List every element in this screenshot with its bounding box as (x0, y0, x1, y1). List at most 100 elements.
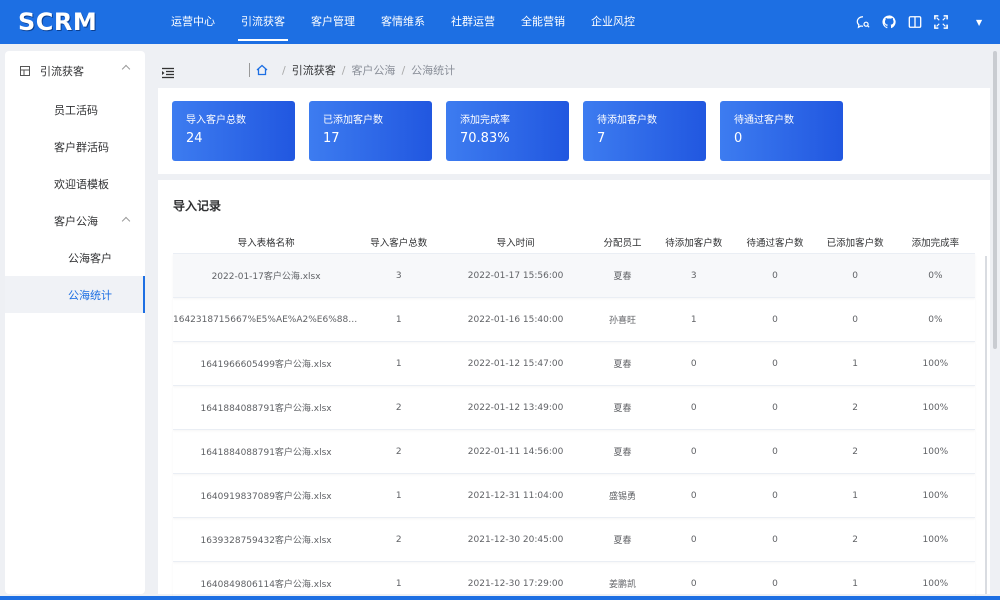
stat-value: 0 (734, 131, 743, 146)
table-cell-staff: 夏春 (613, 404, 632, 414)
table-cell-staff: 孙喜旺 (608, 316, 636, 326)
table-row[interactable]: 1639328759432客户公海.xlsx 2 2021-12-30 20:4… (173, 518, 975, 562)
table-header: 导入表格名称 导入客户总数 导入时间 分配员工 待添加客户数 待通过客户数 已添… (173, 230, 975, 254)
table-cell-pending-approval: 0 (772, 402, 778, 413)
table-cell-filename: 1641884088791客户公海.xlsx (200, 448, 332, 458)
sidebar-item-welcome-template[interactable]: 欢迎语模板 (5, 165, 145, 202)
chat-search-icon[interactable] (856, 15, 870, 29)
table-cell-pending-add: 1 (690, 314, 697, 325)
dropdown-caret-icon[interactable]: ▼ (976, 18, 986, 27)
column-header: 导入时间 (496, 237, 535, 249)
topnav-item-community-ops[interactable]: 社群运营 (438, 0, 508, 44)
breadcrumb-item-customer-pool[interactable]: 客户公海 (351, 62, 395, 78)
sidebar: 引流获客 员工活码 客户群活码 欢迎语模板 客户公海 公海客户 公海统计 (5, 51, 145, 594)
table-cell-pending-add: 0 (690, 578, 697, 589)
topnav-item-customer-relations[interactable]: 客情维系 (368, 0, 438, 44)
sidebar-group-label: 引流获客 (40, 65, 84, 78)
table-cell-time: 2021-12-30 17:29:00 (467, 578, 564, 589)
table-cell-pending-add: 0 (690, 534, 697, 545)
sidebar-group-traffic[interactable]: 引流获客 (5, 51, 145, 91)
table-cell-added: 1 (852, 490, 859, 501)
page-scrollbar[interactable] (993, 51, 997, 349)
table-cell-added: 0 (852, 314, 859, 325)
table-cell-total: 1 (395, 490, 402, 501)
table-cell-staff: 盛锡勇 (608, 492, 636, 502)
table-cell-rate: 0% (928, 314, 943, 325)
table-cell-pending-approval: 0 (772, 490, 778, 501)
table-cell-total: 1 (395, 314, 402, 325)
stat-label: 待添加客户数 (597, 115, 657, 126)
table-cell-pending-add: 0 (690, 490, 697, 501)
table-cell-added: 1 (852, 578, 859, 589)
table-cell-pending-approval: 0 (772, 446, 778, 457)
table-cell-filename: 1640849806114客户公海.xlsx (200, 580, 332, 590)
section-divider (158, 174, 990, 180)
table-row[interactable]: 2022-01-17客户公海.xlsx 3 2022-01-17 15:56:0… (173, 254, 975, 298)
table-cell-time: 2022-01-17 15:56:00 (467, 270, 564, 281)
table-cell-staff: 夏春 (613, 360, 632, 370)
table-cell-filename: 1641966605499客户公海.xlsx (200, 360, 332, 370)
column-header: 分配员工 (603, 237, 642, 249)
app-logo[interactable]: SCRM (0, 8, 140, 36)
sidebar-subgroup-label: 客户公海 (54, 214, 98, 228)
table-row[interactable]: 1641966605499客户公海.xlsx 1 2022-01-12 15:4… (173, 342, 975, 386)
table-cell-time: 2021-12-30 20:45:00 (467, 534, 564, 545)
stat-label: 导入客户总数 (186, 115, 246, 126)
table-cell-pending-add: 0 (690, 402, 697, 413)
table-body: 2022-01-17客户公海.xlsx 3 2022-01-17 15:56:0… (173, 254, 975, 600)
table-row[interactable]: 1640919837089客户公海.xlsx 1 2021-12-31 11:0… (173, 474, 975, 518)
table-cell-time: 2022-01-12 13:49:00 (467, 402, 564, 413)
column-header: 添加完成率 (911, 237, 960, 249)
sidebar-subgroup-customer-pool[interactable]: 客户公海 (5, 202, 145, 239)
stat-label: 添加完成率 (460, 115, 510, 126)
table-cell-staff: 姜鹏凯 (608, 580, 636, 590)
table-row[interactable]: 1641884088791客户公海.xlsx 2 2022-01-12 13:4… (173, 386, 975, 430)
table-cell-total: 1 (395, 358, 402, 369)
table-cell-time: 2022-01-12 15:47:00 (467, 358, 564, 369)
fullscreen-icon[interactable] (934, 15, 948, 29)
table-cell-added: 2 (852, 446, 859, 457)
breadcrumb: / 引流获客 / 客户公海 / 公海统计 (249, 63, 455, 77)
sidebar-item-pool-customers[interactable]: 公海客户 (5, 239, 145, 276)
column-header: 导入客户总数 (370, 237, 428, 249)
table-cell-pending-add: 0 (690, 358, 697, 369)
table-row[interactable]: 1640849806114客户公海.xlsx 1 2021-12-30 17:2… (173, 562, 975, 600)
stats-cards: 导入客户总数 24 已添加客户数 17 添加完成率 70.83% 待添加客户数 … (172, 101, 843, 161)
table-cell-rate: 100% (922, 490, 949, 501)
home-icon[interactable] (256, 64, 268, 76)
table-cell-added: 2 (852, 402, 859, 413)
table-cell-filename: 1639328759432客户公海.xlsx (200, 536, 332, 546)
table-scrollbar[interactable] (985, 256, 987, 594)
table-cell-total: 3 (395, 270, 402, 281)
table-cell-time: 2021-12-31 11:04:00 (467, 490, 564, 501)
table-cell-filename: 1642318715667%E5%AE%A2%E6%88%B... (173, 314, 360, 325)
topnav-item-ops-center[interactable]: 运营中心 (158, 0, 228, 44)
stat-card-pending-approval: 待通过客户数 0 (720, 101, 843, 161)
topnav-item-risk-control[interactable]: 企业风控 (578, 0, 648, 44)
topnav-item-traffic-acquisition[interactable]: 引流获客 (228, 0, 298, 44)
column-header: 待通过客户数 (746, 237, 804, 249)
stat-label: 待通过客户数 (734, 115, 794, 126)
sidebar-item-staff-qrcode[interactable]: 员工活码 (5, 91, 145, 128)
stat-value: 17 (323, 131, 340, 146)
top-nav: 运营中心 引流获客 客户管理 客情维系 社群运营 全能营销 企业风控 (158, 0, 648, 44)
table-cell-added: 2 (852, 534, 859, 545)
table-cell-total: 2 (395, 402, 402, 413)
table-row[interactable]: 1641884088791客户公海.xlsx 2 2022-01-11 14:5… (173, 430, 975, 474)
table-cell-rate: 100% (922, 578, 949, 589)
table-cell-total: 1 (395, 578, 402, 589)
topnav-item-customer-management[interactable]: 客户管理 (298, 0, 368, 44)
topnav-item-marketing[interactable]: 全能营销 (508, 0, 578, 44)
sidebar-item-group-qrcode[interactable]: 客户群活码 (5, 128, 145, 165)
table-row[interactable]: 1642318715667%E5%AE%A2%E6%88%B... 1 2022… (173, 298, 975, 342)
top-navbar: SCRM 运营中心 引流获客 客户管理 客情维系 社群运营 全能营销 企业风控 … (0, 0, 1000, 44)
stat-card-imported-total: 导入客户总数 24 (172, 101, 295, 161)
table-cell-filename: 2022-01-17客户公海.xlsx (211, 272, 321, 282)
menu-collapse-icon[interactable] (161, 64, 175, 79)
breadcrumb-item-traffic[interactable]: 引流获客 (292, 62, 336, 78)
book-icon[interactable] (908, 15, 922, 29)
breadcrumb-separator: / (401, 63, 406, 77)
stat-card-completion-rate: 添加完成率 70.83% (446, 101, 569, 161)
github-icon[interactable] (882, 15, 896, 29)
sidebar-item-pool-stats[interactable]: 公海统计 (5, 276, 145, 313)
